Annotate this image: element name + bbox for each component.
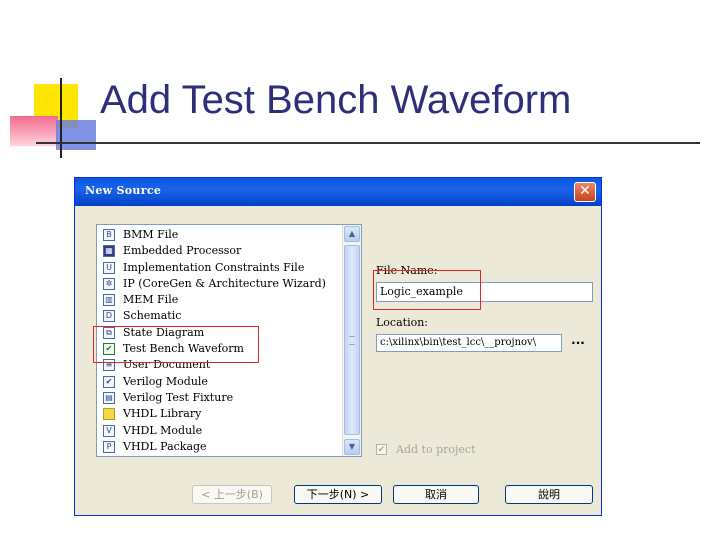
next-button[interactable]: 下一步(N) > bbox=[294, 485, 382, 504]
embedded-processor-icon: ▦ bbox=[103, 245, 115, 258]
bmm-file-icon: B bbox=[103, 229, 115, 241]
list-item[interactable]: ▥ MEM File bbox=[99, 292, 343, 308]
close-icon: ✕ bbox=[579, 183, 591, 199]
slide-title: Add Test Bench Waveform bbox=[100, 78, 572, 122]
list-item-label: Schematic bbox=[123, 309, 182, 323]
list-item[interactable]: ✔ Verilog Module bbox=[99, 374, 343, 390]
list-item-label: MEM File bbox=[123, 293, 179, 307]
list-item-label: VHDL Library bbox=[123, 407, 202, 421]
ucf-file-icon: U bbox=[103, 261, 115, 274]
vhdl-module-icon: V bbox=[103, 424, 115, 437]
list-item[interactable]: B BMM File bbox=[99, 227, 343, 243]
list-item-label: Embedded Processor bbox=[123, 244, 242, 258]
location-input[interactable]: c:\xilinx\bin\test_lcc\__projnov\ bbox=[376, 334, 562, 352]
location-label: Location: bbox=[376, 316, 428, 329]
list-item-label: VHDL Package bbox=[123, 439, 207, 453]
list-scrollbar[interactable]: ▲ ▼ bbox=[342, 225, 361, 456]
dialog-title: New Source bbox=[85, 184, 162, 197]
ip-core-icon: ✲ bbox=[103, 277, 115, 290]
highlight-file-name bbox=[373, 270, 481, 310]
list-item-label: BMM File bbox=[123, 228, 179, 241]
verilog-module-icon: ✔ bbox=[103, 375, 115, 388]
title-divider bbox=[36, 142, 700, 144]
dialog-titlebar[interactable]: New Source ✕ bbox=[75, 178, 601, 206]
browse-button[interactable]: ... bbox=[564, 334, 592, 352]
scroll-thumb[interactable] bbox=[344, 245, 360, 435]
folder-icon bbox=[103, 408, 115, 421]
list-item-label: Verilog Test Fixture bbox=[123, 390, 234, 404]
list-item[interactable]: P VHDL Package bbox=[99, 439, 343, 455]
back-button[interactable]: < 上一步(B) bbox=[192, 485, 272, 504]
list-item[interactable]: ✲ IP (CoreGen & Architecture Wizard) bbox=[99, 276, 343, 292]
list-item[interactable]: U Implementation Constraints File bbox=[99, 260, 343, 276]
add-to-project-checkbox[interactable]: ✔ bbox=[376, 444, 387, 455]
cancel-button[interactable]: 取消 bbox=[393, 485, 479, 504]
list-item-label: VHDL Module bbox=[123, 423, 203, 437]
decorative-vertical-line bbox=[60, 78, 62, 158]
schematic-icon: D bbox=[103, 310, 115, 323]
close-button[interactable]: ✕ bbox=[574, 182, 596, 202]
list-item[interactable]: V VHDL Module bbox=[99, 423, 343, 439]
list-item[interactable]: ▦ Embedded Processor bbox=[99, 243, 343, 259]
decorative-blue-block bbox=[56, 120, 96, 150]
list-item-label: IP (CoreGen & Architecture Wizard) bbox=[123, 276, 326, 290]
scroll-up-button[interactable]: ▲ bbox=[344, 226, 360, 242]
list-item[interactable]: D Schematic bbox=[99, 308, 343, 324]
vhdl-package-icon: P bbox=[103, 440, 115, 453]
highlight-test-bench-waveform bbox=[93, 326, 259, 363]
test-fixture-icon: ▤ bbox=[103, 391, 115, 404]
help-button[interactable]: 說明 bbox=[505, 485, 593, 504]
list-item-label: Verilog Module bbox=[123, 374, 208, 388]
mem-file-icon: ▥ bbox=[103, 294, 115, 307]
list-item[interactable]: ▤ Verilog Test Fixture bbox=[99, 390, 343, 406]
list-item[interactable]: VHDL Library bbox=[99, 406, 343, 422]
add-to-project-label: Add to project bbox=[396, 443, 476, 456]
list-item-label: Implementation Constraints File bbox=[123, 260, 305, 274]
scroll-down-button[interactable]: ▼ bbox=[344, 439, 360, 455]
